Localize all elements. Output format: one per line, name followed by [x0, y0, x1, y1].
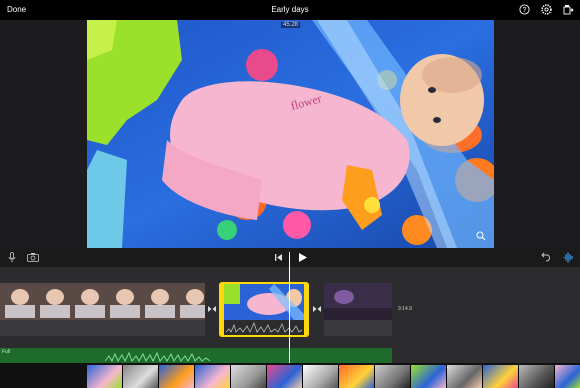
filmstrip-thumbnail[interactable]: [339, 365, 375, 388]
top-bar: Done Early days ?: [0, 0, 580, 20]
playhead[interactable]: [289, 252, 290, 363]
clip-duration: 3:14.9: [398, 306, 412, 312]
playhead-timecode: 45.28: [281, 22, 301, 28]
play-icon[interactable]: [297, 252, 308, 263]
clip-waveform: [224, 320, 304, 335]
filmstrip-thumbnail[interactable]: [267, 365, 303, 388]
video-clip[interactable]: [0, 283, 205, 320]
filmstrip-thumbnail[interactable]: [555, 365, 580, 388]
audio-track-label: Full: [2, 349, 11, 355]
transition-icon[interactable]: [207, 305, 217, 313]
filmstrip-thumbnail[interactable]: [159, 365, 195, 388]
undo-icon[interactable]: [540, 252, 551, 263]
filmstrip-thumbnail[interactable]: [231, 365, 267, 388]
transition-icon[interactable]: [312, 305, 322, 313]
clip-thumbnail: [324, 283, 392, 320]
controls-bar: [0, 248, 580, 267]
svg-text:?: ?: [523, 7, 527, 14]
clip-thumbnails: [0, 283, 205, 320]
help-icon[interactable]: ?: [519, 4, 530, 15]
clip-thumbnail: [224, 284, 304, 320]
filmstrip-thumbnail[interactable]: [87, 365, 123, 388]
video-clip[interactable]: [324, 283, 392, 320]
audio-waveform-icon[interactable]: [563, 252, 574, 263]
camera-icon[interactable]: [27, 253, 39, 262]
skip-back-icon[interactable]: [274, 253, 283, 262]
audio-track[interactable]: Full: [0, 348, 392, 363]
timeline[interactable]: 3:14.9 Full: [0, 267, 580, 363]
filmstrip[interactable]: [0, 363, 580, 388]
filmstrip-thumbnail[interactable]: [483, 365, 519, 388]
baby-photo: flower: [87, 20, 494, 248]
share-icon[interactable]: [563, 4, 574, 15]
selected-video-clip[interactable]: [219, 282, 309, 337]
filmstrip-thumbnail[interactable]: [447, 365, 483, 388]
video-preview[interactable]: flower: [87, 20, 494, 248]
filmstrip-thumbnail[interactable]: [411, 365, 447, 388]
filmstrip-thumbnail[interactable]: [123, 365, 159, 388]
clip-audio-strip: [0, 320, 205, 336]
clip-audio-strip: [324, 320, 392, 336]
microphone-icon[interactable]: [8, 252, 16, 263]
filmstrip-thumbnail[interactable]: [195, 365, 231, 388]
audio-waveform: [105, 351, 211, 362]
zoom-icon[interactable]: [476, 231, 486, 241]
filmstrip-thumbnail[interactable]: [519, 365, 555, 388]
filmstrip-thumbnail[interactable]: [303, 365, 339, 388]
filmstrip-thumbnail[interactable]: [375, 365, 411, 388]
settings-icon[interactable]: [541, 4, 552, 15]
project-title: Early days: [271, 5, 309, 14]
